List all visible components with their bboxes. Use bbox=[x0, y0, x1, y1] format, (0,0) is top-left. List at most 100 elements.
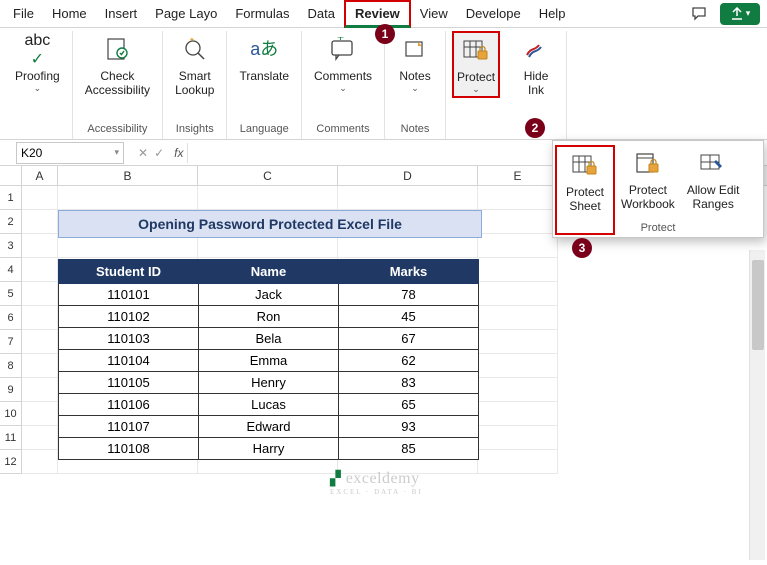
cell[interactable] bbox=[478, 426, 558, 450]
tab-insert[interactable]: Insert bbox=[96, 2, 147, 25]
cell[interactable] bbox=[22, 426, 58, 450]
col-header-e[interactable]: E bbox=[478, 166, 558, 185]
table-row: 110101Jack78 bbox=[59, 284, 479, 306]
table-cell: 67 bbox=[339, 328, 479, 350]
name-box[interactable]: K20▾ bbox=[16, 142, 124, 164]
table-cell: 65 bbox=[339, 394, 479, 416]
row-header[interactable]: 12 bbox=[0, 450, 22, 474]
table-cell: 110104 bbox=[59, 350, 199, 372]
cell[interactable] bbox=[338, 186, 478, 210]
cell[interactable] bbox=[478, 330, 558, 354]
ink-icon bbox=[519, 33, 553, 67]
table-cell: Lucas bbox=[199, 394, 339, 416]
cancel-icon[interactable]: ✕ bbox=[138, 146, 148, 160]
cell[interactable] bbox=[478, 210, 558, 234]
callout-badge-2: 2 bbox=[525, 118, 545, 138]
svg-text:+: + bbox=[337, 37, 344, 44]
table-cell: 62 bbox=[339, 350, 479, 372]
smart-lookup-icon: ✦ bbox=[178, 33, 212, 67]
cell[interactable] bbox=[22, 282, 58, 306]
group-label: Language bbox=[240, 121, 289, 139]
row-header[interactable]: 10 bbox=[0, 402, 22, 426]
translate-button[interactable]: aあ Translate bbox=[233, 31, 295, 85]
row-header[interactable]: 6 bbox=[0, 306, 22, 330]
row-header[interactable]: 4 bbox=[0, 258, 22, 282]
cell[interactable] bbox=[22, 378, 58, 402]
cell[interactable] bbox=[478, 354, 558, 378]
share-button[interactable]: ▾ bbox=[720, 3, 760, 25]
fx-label[interactable]: fx bbox=[170, 146, 187, 160]
table-cell: 110102 bbox=[59, 306, 199, 328]
col-header-d[interactable]: D bbox=[338, 166, 478, 185]
row-header[interactable]: 1 bbox=[0, 186, 22, 210]
table-cell: 85 bbox=[339, 438, 479, 460]
table-cell: 110105 bbox=[59, 372, 199, 394]
tab-developer[interactable]: Develope bbox=[457, 2, 530, 25]
cell[interactable] bbox=[478, 402, 558, 426]
cell[interactable] bbox=[478, 450, 558, 474]
enter-icon[interactable]: ✓ bbox=[154, 146, 164, 160]
col-header-a[interactable]: A bbox=[22, 166, 58, 185]
col-header-b[interactable]: B bbox=[58, 166, 198, 185]
cell[interactable] bbox=[22, 186, 58, 210]
vertical-scrollbar[interactable] bbox=[749, 250, 765, 560]
comments-button[interactable]: + Comments ⌄ bbox=[308, 31, 378, 96]
group-label: Notes bbox=[401, 121, 430, 139]
cell[interactable] bbox=[22, 354, 58, 378]
cell[interactable] bbox=[478, 234, 558, 258]
cell[interactable] bbox=[22, 450, 58, 474]
cell[interactable] bbox=[478, 282, 558, 306]
cell[interactable] bbox=[22, 306, 58, 330]
table-row: 110103Bela67 bbox=[59, 328, 479, 350]
cell[interactable] bbox=[198, 186, 338, 210]
cell[interactable] bbox=[22, 234, 58, 258]
th-student-id: Student ID bbox=[59, 260, 199, 284]
col-header-c[interactable]: C bbox=[198, 166, 338, 185]
cell[interactable] bbox=[478, 306, 558, 330]
comment-icon: + bbox=[326, 33, 360, 67]
tab-home[interactable]: Home bbox=[43, 2, 96, 25]
cell[interactable] bbox=[22, 402, 58, 426]
table-cell: Bela bbox=[199, 328, 339, 350]
row-header[interactable]: 9 bbox=[0, 378, 22, 402]
tab-help[interactable]: Help bbox=[530, 2, 575, 25]
th-marks: Marks bbox=[339, 260, 479, 284]
table-cell: Harry bbox=[199, 438, 339, 460]
row-header[interactable]: 8 bbox=[0, 354, 22, 378]
cell[interactable] bbox=[58, 186, 198, 210]
check-accessibility-button[interactable]: Check Accessibility bbox=[79, 31, 156, 100]
proofing-button[interactable]: abc✓ Proofing ⌄ bbox=[9, 31, 66, 96]
cell[interactable] bbox=[22, 330, 58, 354]
cell[interactable] bbox=[22, 210, 58, 234]
row-header[interactable]: 2 bbox=[0, 210, 22, 234]
table-cell: 83 bbox=[339, 372, 479, 394]
row-header[interactable]: 11 bbox=[0, 426, 22, 450]
tab-data[interactable]: Data bbox=[299, 2, 344, 25]
notes-button[interactable]: Notes ⌄ bbox=[391, 31, 439, 96]
row-header[interactable]: 7 bbox=[0, 330, 22, 354]
protect-button[interactable]: Protect ⌄ bbox=[452, 31, 500, 98]
row-header[interactable]: 5 bbox=[0, 282, 22, 306]
cell[interactable] bbox=[22, 258, 58, 282]
cell[interactable] bbox=[478, 186, 558, 210]
hide-ink-button[interactable]: Hide Ink bbox=[512, 31, 560, 100]
smart-lookup-button[interactable]: ✦ Smart Lookup bbox=[169, 31, 220, 100]
tab-page-layout[interactable]: Page Layo bbox=[146, 2, 226, 25]
tab-formulas[interactable]: Formulas bbox=[226, 2, 298, 25]
tab-review[interactable]: Review bbox=[344, 0, 411, 28]
select-all-corner[interactable] bbox=[0, 166, 22, 185]
cell[interactable] bbox=[478, 378, 558, 402]
row-header[interactable]: 3 bbox=[0, 234, 22, 258]
tab-view[interactable]: View bbox=[411, 2, 457, 25]
comments-quick-button[interactable] bbox=[684, 3, 714, 25]
table-row: 110106Lucas65 bbox=[59, 394, 479, 416]
table-cell: Jack bbox=[199, 284, 339, 306]
scrollbar-thumb[interactable] bbox=[752, 260, 764, 350]
cell[interactable] bbox=[478, 258, 558, 282]
table-row: 110107Edward93 bbox=[59, 416, 479, 438]
formula-buttons: ✕ ✓ bbox=[132, 146, 170, 160]
protect-icon bbox=[459, 34, 493, 68]
table-cell: 110108 bbox=[59, 438, 199, 460]
table-cell: 45 bbox=[339, 306, 479, 328]
tab-file[interactable]: File bbox=[4, 2, 43, 25]
